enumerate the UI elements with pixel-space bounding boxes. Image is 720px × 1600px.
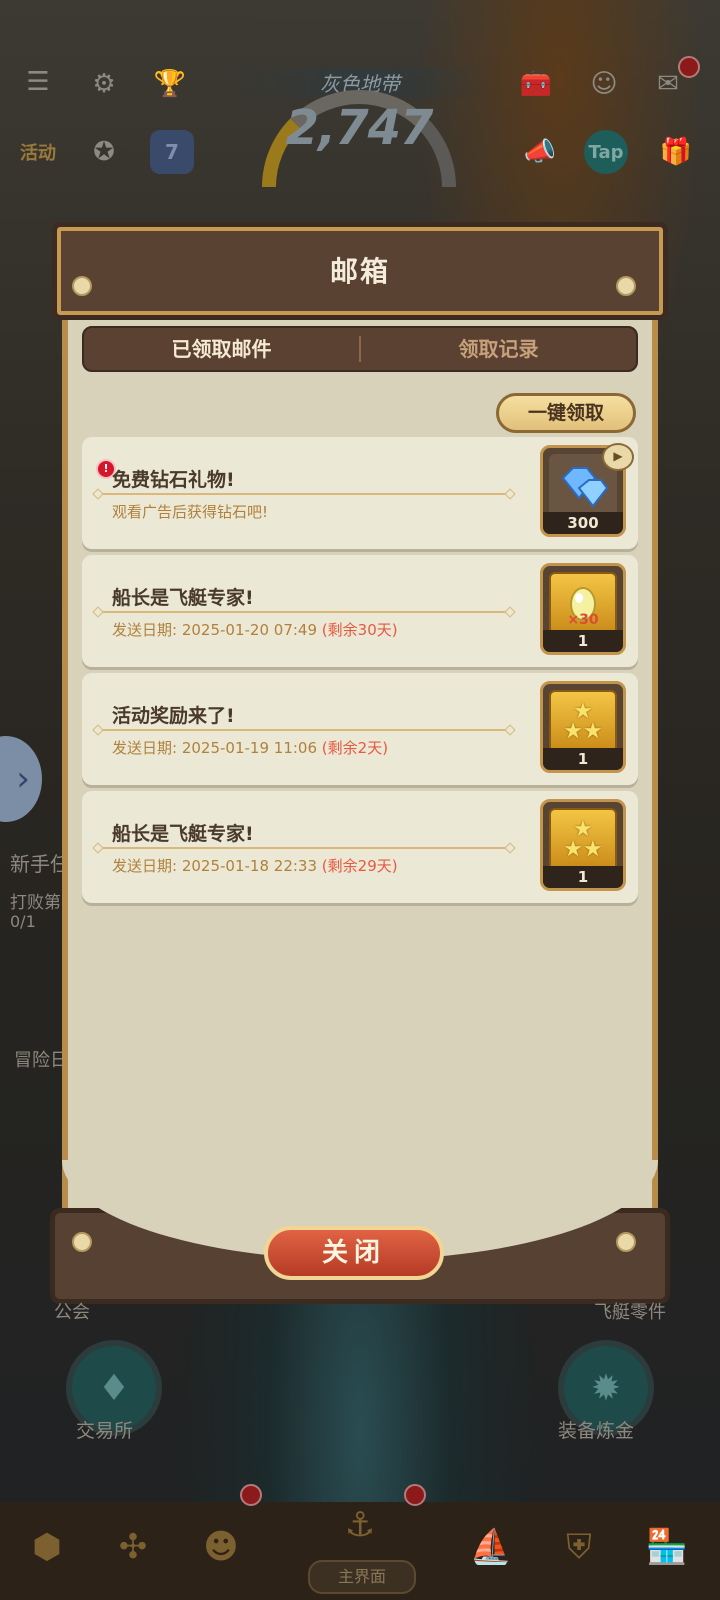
star-card-icon: ★ ★★ xyxy=(549,808,617,872)
video-play-icon: ▶ xyxy=(602,443,634,471)
mail-date: 2025-01-20 07:49 xyxy=(181,621,318,639)
rivet-decoration xyxy=(616,276,636,296)
mail-item[interactable]: 船长是飞艇专家! 发送日期: 2025-01-20 07:49 (剩余30天) … xyxy=(82,555,638,667)
announcement-icon[interactable]: 📣 xyxy=(518,130,562,174)
mail-date-line: 发送日期: 2025-01-18 22:33 (剩余29天) xyxy=(112,855,398,876)
mail-date: 2025-01-19 11:06 xyxy=(181,739,318,757)
nav-badge xyxy=(240,1484,262,1506)
reward-slot[interactable]: ×30 1 xyxy=(540,563,626,655)
reward-count: 300 xyxy=(543,512,623,534)
mail-item[interactable]: 船长是飞艇专家! 发送日期: 2025-01-18 22:33 (剩余29天) … xyxy=(82,791,638,903)
bg-progress: 0/1 xyxy=(10,912,36,931)
reward-slot[interactable]: ★ ★★ 1 xyxy=(540,799,626,891)
mail-title: 活动奖励来了! xyxy=(112,705,235,727)
bg-adventure: 冒险日 xyxy=(14,1050,68,1071)
tab-claim-history[interactable]: 领取记录 xyxy=(361,328,636,370)
bg-guild: 公会 xyxy=(54,1302,90,1323)
mail-remaining: (剩余2天) xyxy=(321,739,389,757)
nav-armor-icon[interactable]: ⛨ xyxy=(544,1512,614,1582)
mail-divider xyxy=(98,611,510,613)
nav-badge xyxy=(404,1484,426,1506)
mail-remaining: (剩余30天) xyxy=(321,621,398,639)
mail-item[interactable]: ! 免费钻石礼物! 观看广告后获得钻石吧! 300 ▶ xyxy=(82,437,638,549)
mail-subtitle: 观看广告后获得钻石吧! xyxy=(112,503,269,521)
gear-icon[interactable]: ⚙ xyxy=(82,62,126,106)
mail-date-label: 发送日期: xyxy=(112,857,178,875)
nav-equipment-icon[interactable]: ⬢ xyxy=(12,1512,82,1582)
nav-crew-icon[interactable]: ☻ xyxy=(186,1512,256,1582)
nav-propeller-icon[interactable]: ✣ xyxy=(98,1512,168,1582)
mail-title: 船长是飞艇专家! xyxy=(112,823,254,845)
star-card-icon: ★ ★★ xyxy=(549,690,617,754)
mail-divider xyxy=(98,847,510,849)
mail-item[interactable]: 活动奖励来了! 发送日期: 2025-01-19 11:06 (剩余2天) ★ … xyxy=(82,673,638,785)
tap-label: Tap xyxy=(588,141,624,163)
exchange-label: 交易所 xyxy=(76,1420,134,1442)
refine-label: 装备炼金 xyxy=(558,1420,635,1442)
bg-new-task: 新手任 xyxy=(10,852,70,876)
tap-icon[interactable]: Tap xyxy=(584,130,628,174)
trophy-icon[interactable]: 🏆 xyxy=(148,62,192,106)
gift-icon[interactable]: 🎁 xyxy=(654,130,698,174)
toolbox-icon[interactable]: 🧰 xyxy=(514,62,558,106)
bg-parts: 飞艇零件 xyxy=(594,1302,666,1323)
nav-ship-icon[interactable]: ⛵ xyxy=(456,1512,526,1582)
mail-date: 2025-01-18 22:33 xyxy=(181,857,318,875)
friends-icon[interactable]: ☺ xyxy=(582,62,626,106)
rivet-decoration xyxy=(72,276,92,296)
rivet-decoration xyxy=(616,1232,636,1252)
reward-count: 1 xyxy=(543,748,623,770)
mail-title: 船长是飞艇专家! xyxy=(112,587,254,609)
nav-anchor-icon[interactable]: ⚓ xyxy=(322,1490,398,1560)
tab-claimed-mail[interactable]: 已领取邮件 xyxy=(84,328,359,370)
menu-icon[interactable]: ☰ xyxy=(16,60,60,104)
mail-title: 免费钻石礼物! xyxy=(112,469,235,491)
nav-home-label[interactable]: 主界面 xyxy=(308,1560,416,1594)
mail-badge xyxy=(678,56,700,78)
event-icon[interactable]: 活动 xyxy=(16,130,60,174)
reward-count: 1 xyxy=(543,866,623,888)
mailbox-tabs: 已领取邮件 领取记录 xyxy=(82,326,638,372)
mail-date-line: 发送日期: 2025-01-20 07:49 (剩余30天) xyxy=(112,619,398,640)
reward-slot[interactable]: ★ ★★ 1 xyxy=(540,681,626,773)
event-label: 活动 xyxy=(20,143,56,164)
reward-multiplier: ×30 xyxy=(567,612,599,628)
claim-all-button[interactable]: 一键领取 xyxy=(496,393,636,433)
compass-icon[interactable]: ✪ xyxy=(82,130,126,174)
score-value: 2,747 xyxy=(285,100,434,156)
bg-defeat: 打败第 xyxy=(10,893,61,913)
mail-date-label: 发送日期: xyxy=(112,621,178,639)
mail-divider xyxy=(98,729,510,731)
close-button[interactable]: 关闭 xyxy=(264,1226,444,1280)
chevron-right-icon: › xyxy=(16,759,30,799)
reward-count: 1 xyxy=(543,630,623,652)
mail-remaining: (剩余29天) xyxy=(321,857,398,875)
mail-date-line: 发送日期: 2025-01-19 11:06 (剩余2天) xyxy=(112,737,388,758)
egg-card-icon: ×30 xyxy=(549,572,617,636)
mailbox-title: 邮箱 xyxy=(329,255,390,288)
nav-shop-icon[interactable]: 🏪 xyxy=(632,1512,702,1582)
mail-date-label: 发送日期: xyxy=(112,739,178,757)
calendar-icon[interactable]: 7 xyxy=(150,130,194,174)
rivet-decoration xyxy=(72,1232,92,1252)
calendar-day: 7 xyxy=(165,140,179,164)
mail-divider xyxy=(98,493,510,495)
